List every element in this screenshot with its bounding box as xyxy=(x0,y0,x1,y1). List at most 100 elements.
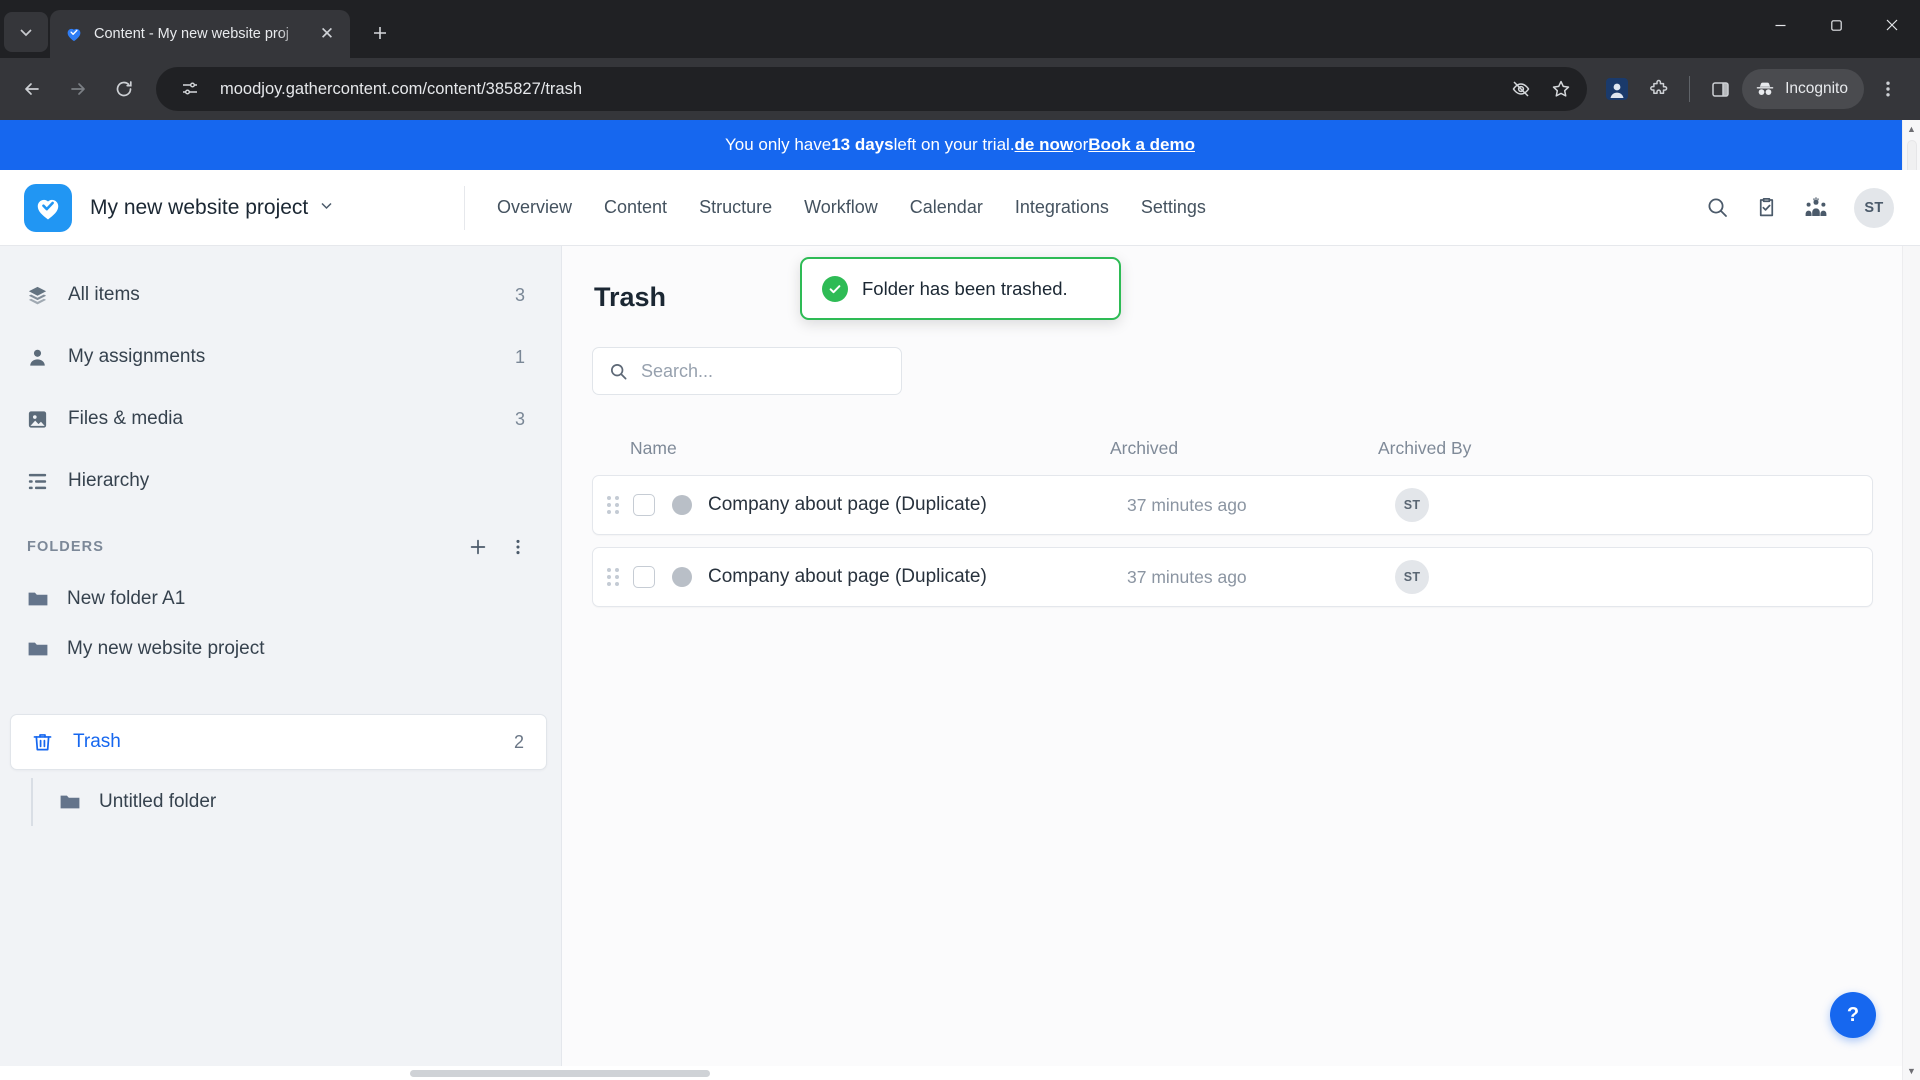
image-icon xyxy=(24,408,50,431)
folder-label: My new website project xyxy=(67,638,265,659)
forward-arrow-icon[interactable] xyxy=(56,67,100,111)
site-settings-icon[interactable] xyxy=(172,71,208,107)
browser-menu-icon[interactable] xyxy=(1866,67,1910,111)
nav-content[interactable]: Content xyxy=(604,197,667,218)
address-bar[interactable]: moodjoy.gathercontent.com/content/385827… xyxy=(156,67,1588,111)
omnibox-actions xyxy=(1503,71,1579,107)
main-navigation: Overview Content Structure Workflow Cale… xyxy=(497,197,1706,218)
promo-prefix: You only have xyxy=(725,135,832,154)
table-row[interactable]: Company about page (Duplicate) 37 minute… xyxy=(592,547,1873,607)
profile-avatar-icon[interactable] xyxy=(1597,69,1637,109)
sidebar-item-all-items[interactable]: All items 3 xyxy=(0,264,561,326)
header-actions: ST xyxy=(1706,187,1894,228)
close-icon[interactable] xyxy=(1864,1,1920,49)
sidebar-count: 2 xyxy=(513,731,524,752)
promo-suffix: left on your trial. xyxy=(893,135,1015,154)
sidebar-item-hierarchy[interactable]: Hierarchy xyxy=(0,450,561,512)
drag-handle-icon[interactable] xyxy=(607,496,621,514)
bookmark-star-icon[interactable] xyxy=(1543,71,1579,107)
search-icon xyxy=(609,362,628,381)
side-panel-icon[interactable] xyxy=(1700,69,1740,109)
people-team-icon[interactable] xyxy=(1804,196,1828,220)
toolbar-divider xyxy=(1689,76,1691,102)
browser-tab[interactable]: Content - My new website proj ✕ xyxy=(50,10,350,58)
sidebar-label: All items xyxy=(68,284,140,305)
maximize-icon[interactable] xyxy=(1808,1,1864,49)
folder-icon xyxy=(26,587,50,611)
tab-title: Content - My new website proj xyxy=(94,26,290,42)
cell-archived: 37 minutes ago xyxy=(1127,494,1247,515)
promo-days: 13 days xyxy=(831,135,894,154)
nav-calendar[interactable]: Calendar xyxy=(910,197,983,218)
person-icon xyxy=(24,346,50,369)
folder-label: New folder A1 xyxy=(67,588,186,609)
toast-message: Folder has been trashed. xyxy=(862,277,1068,299)
folders-title: FOLDERS xyxy=(27,539,104,555)
check-circle-icon xyxy=(822,275,848,302)
back-arrow-icon[interactable] xyxy=(10,67,54,111)
plus-icon[interactable] xyxy=(465,534,491,560)
tab-strip: Content - My new website proj ✕ xyxy=(0,0,1920,58)
nav-workflow[interactable]: Workflow xyxy=(804,197,878,218)
sidebar-subfolder-untitled-folder[interactable]: Untitled folder xyxy=(0,776,561,828)
sidebar-item-trash[interactable]: Trash 2 xyxy=(10,714,547,770)
sidebar-folder-my-new-website-project[interactable]: My new website project xyxy=(0,624,561,674)
help-button[interactable]: ? xyxy=(1830,992,1876,1038)
sidebar-count: 3 xyxy=(514,408,525,429)
browser-toolbar: moodjoy.gathercontent.com/content/385827… xyxy=(0,58,1920,120)
avatar: ST xyxy=(1395,560,1429,594)
incognito-indicator[interactable]: Incognito xyxy=(1742,69,1864,109)
url-text: moodjoy.gathercontent.com/content/385827… xyxy=(220,79,583,98)
chevron-down-icon xyxy=(319,198,334,217)
page-viewport: You only have 13 days left on your trial… xyxy=(0,120,1920,1080)
promo-book-demo-link[interactable]: Book a demo xyxy=(1088,135,1195,155)
sidebar-item-my-assignments[interactable]: My assignments 1 xyxy=(0,326,561,388)
nav-settings[interactable]: Settings xyxy=(1141,197,1206,218)
project-switcher[interactable]: My new website project xyxy=(90,196,334,220)
promo-upgrade-link[interactable]: de now xyxy=(1015,135,1074,155)
row-checkbox[interactable] xyxy=(633,494,655,516)
new-tab-button[interactable] xyxy=(360,13,400,53)
sidebar: All items 3 My assignments 1 Files & med… xyxy=(0,246,562,1080)
nav-integrations[interactable]: Integrations xyxy=(1015,197,1109,218)
drag-handle-icon[interactable] xyxy=(607,568,621,586)
nav-structure[interactable]: Structure xyxy=(699,197,772,218)
cell-archived-by: ST xyxy=(1395,488,1872,522)
table-row[interactable]: Company about page (Duplicate) 37 minute… xyxy=(592,475,1873,535)
nav-overview[interactable]: Overview xyxy=(497,197,572,218)
horizontal-scrollbar[interactable] xyxy=(0,1066,1902,1080)
sidebar-folder-new-folder-a1[interactable]: New folder A1 xyxy=(0,574,561,624)
gathercontent-logo-icon xyxy=(64,24,84,44)
column-header-archived-by: Archived By xyxy=(1378,437,1472,458)
cell-archived: 37 minutes ago xyxy=(1127,566,1247,587)
tab-close-icon[interactable]: ✕ xyxy=(314,21,340,47)
search-placeholder: Search... xyxy=(641,360,714,381)
trial-promo-banner: You only have 13 days left on your trial… xyxy=(0,120,1920,170)
horizontal-scroll-thumb[interactable] xyxy=(410,1070,710,1077)
folder-icon xyxy=(26,637,50,661)
sidebar-item-files-media[interactable]: Files & media 3 xyxy=(0,388,561,450)
sidebar-label: My assignments xyxy=(68,346,206,367)
vertical-scrollbar[interactable]: ▲ ▼ xyxy=(1902,120,1920,1080)
minimize-icon[interactable] xyxy=(1752,1,1808,49)
gathercontent-logo-icon[interactable] xyxy=(24,183,72,232)
search-input[interactable]: Search... xyxy=(592,347,902,395)
browser-window: Content - My new website proj ✕ moodjoy.… xyxy=(0,0,1920,1080)
search-icon[interactable] xyxy=(1706,196,1729,219)
window-controls xyxy=(1752,0,1920,50)
more-vertical-icon[interactable] xyxy=(505,534,531,560)
reload-icon[interactable] xyxy=(102,67,146,111)
clipboard-check-icon[interactable] xyxy=(1755,196,1778,219)
scroll-up-arrow-icon[interactable]: ▲ xyxy=(1907,120,1916,138)
row-checkbox[interactable] xyxy=(633,566,655,588)
column-header-name: Name xyxy=(630,437,677,458)
scroll-down-arrow-icon[interactable]: ▼ xyxy=(1907,1062,1916,1080)
incognito-label: Incognito xyxy=(1785,80,1848,97)
extension-puzzle-icon[interactable] xyxy=(1639,69,1679,109)
tab-search-button[interactable] xyxy=(4,12,48,52)
sidebar-label: Files & media xyxy=(68,408,184,429)
sidebar-count: 3 xyxy=(514,284,525,305)
page-title: Trash xyxy=(594,282,667,312)
user-avatar[interactable]: ST xyxy=(1854,187,1894,228)
tracking-protection-off-icon[interactable] xyxy=(1503,71,1539,107)
